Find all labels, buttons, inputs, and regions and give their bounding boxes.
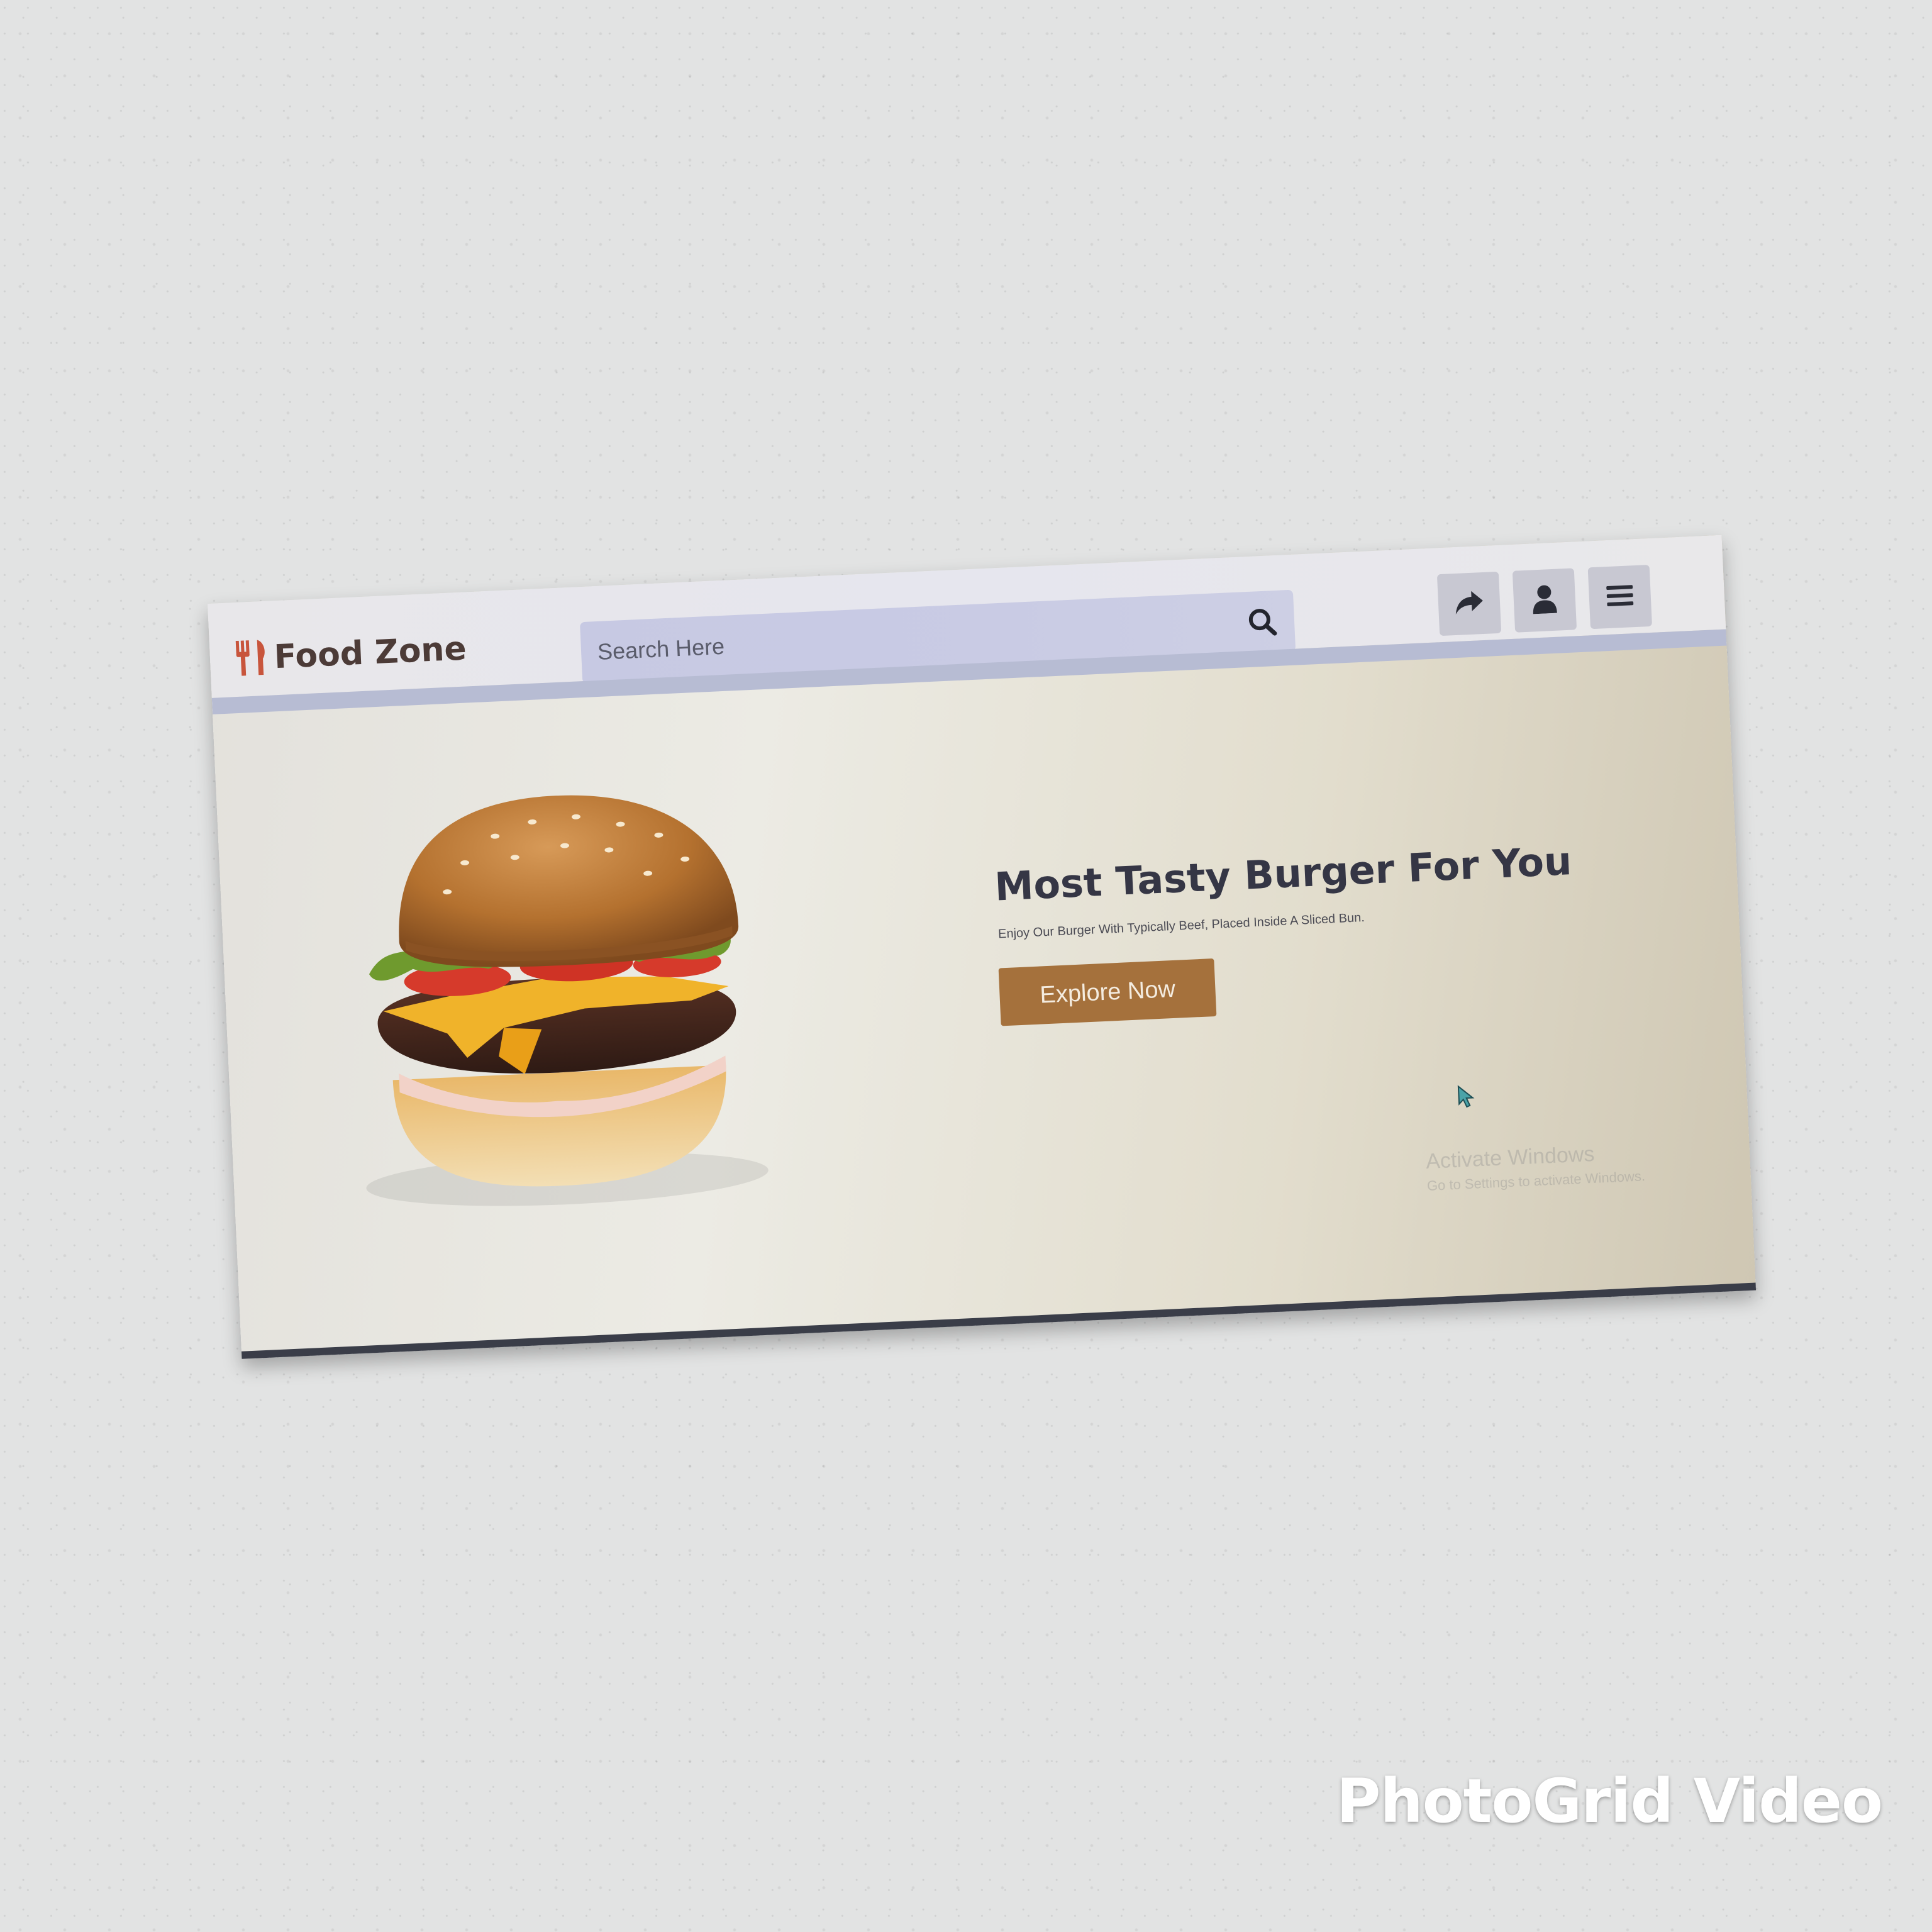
brand-name: Food Zone: [273, 630, 467, 677]
mouse-cursor-icon: [1457, 1084, 1476, 1111]
menu-button[interactable]: [1587, 564, 1652, 630]
burger-image: [304, 766, 814, 1241]
account-button[interactable]: [1512, 568, 1577, 633]
share-button[interactable]: [1436, 571, 1502, 636]
watermark-text: PhotoGrid Video: [1336, 1766, 1883, 1836]
brand-logo[interactable]: Food Zone: [235, 630, 467, 678]
user-icon: [1531, 584, 1558, 617]
activate-windows-notice: Activate Windows Go to Settings to activ…: [1425, 1140, 1645, 1194]
explore-now-button[interactable]: Explore Now: [998, 958, 1217, 1026]
search-icon[interactable]: [1247, 607, 1277, 637]
menu-icon: [1606, 584, 1634, 610]
share-icon: [1453, 589, 1485, 618]
hero-section: Most Tasty Burger For You Enjoy Our Burg…: [994, 833, 1692, 1026]
hero-title: Most Tasty Burger For You: [994, 838, 1573, 910]
monitor-screen: Food Zone Search Here Most Tasty Burger …: [208, 535, 1757, 1359]
fork-knife-icon: [235, 640, 269, 676]
